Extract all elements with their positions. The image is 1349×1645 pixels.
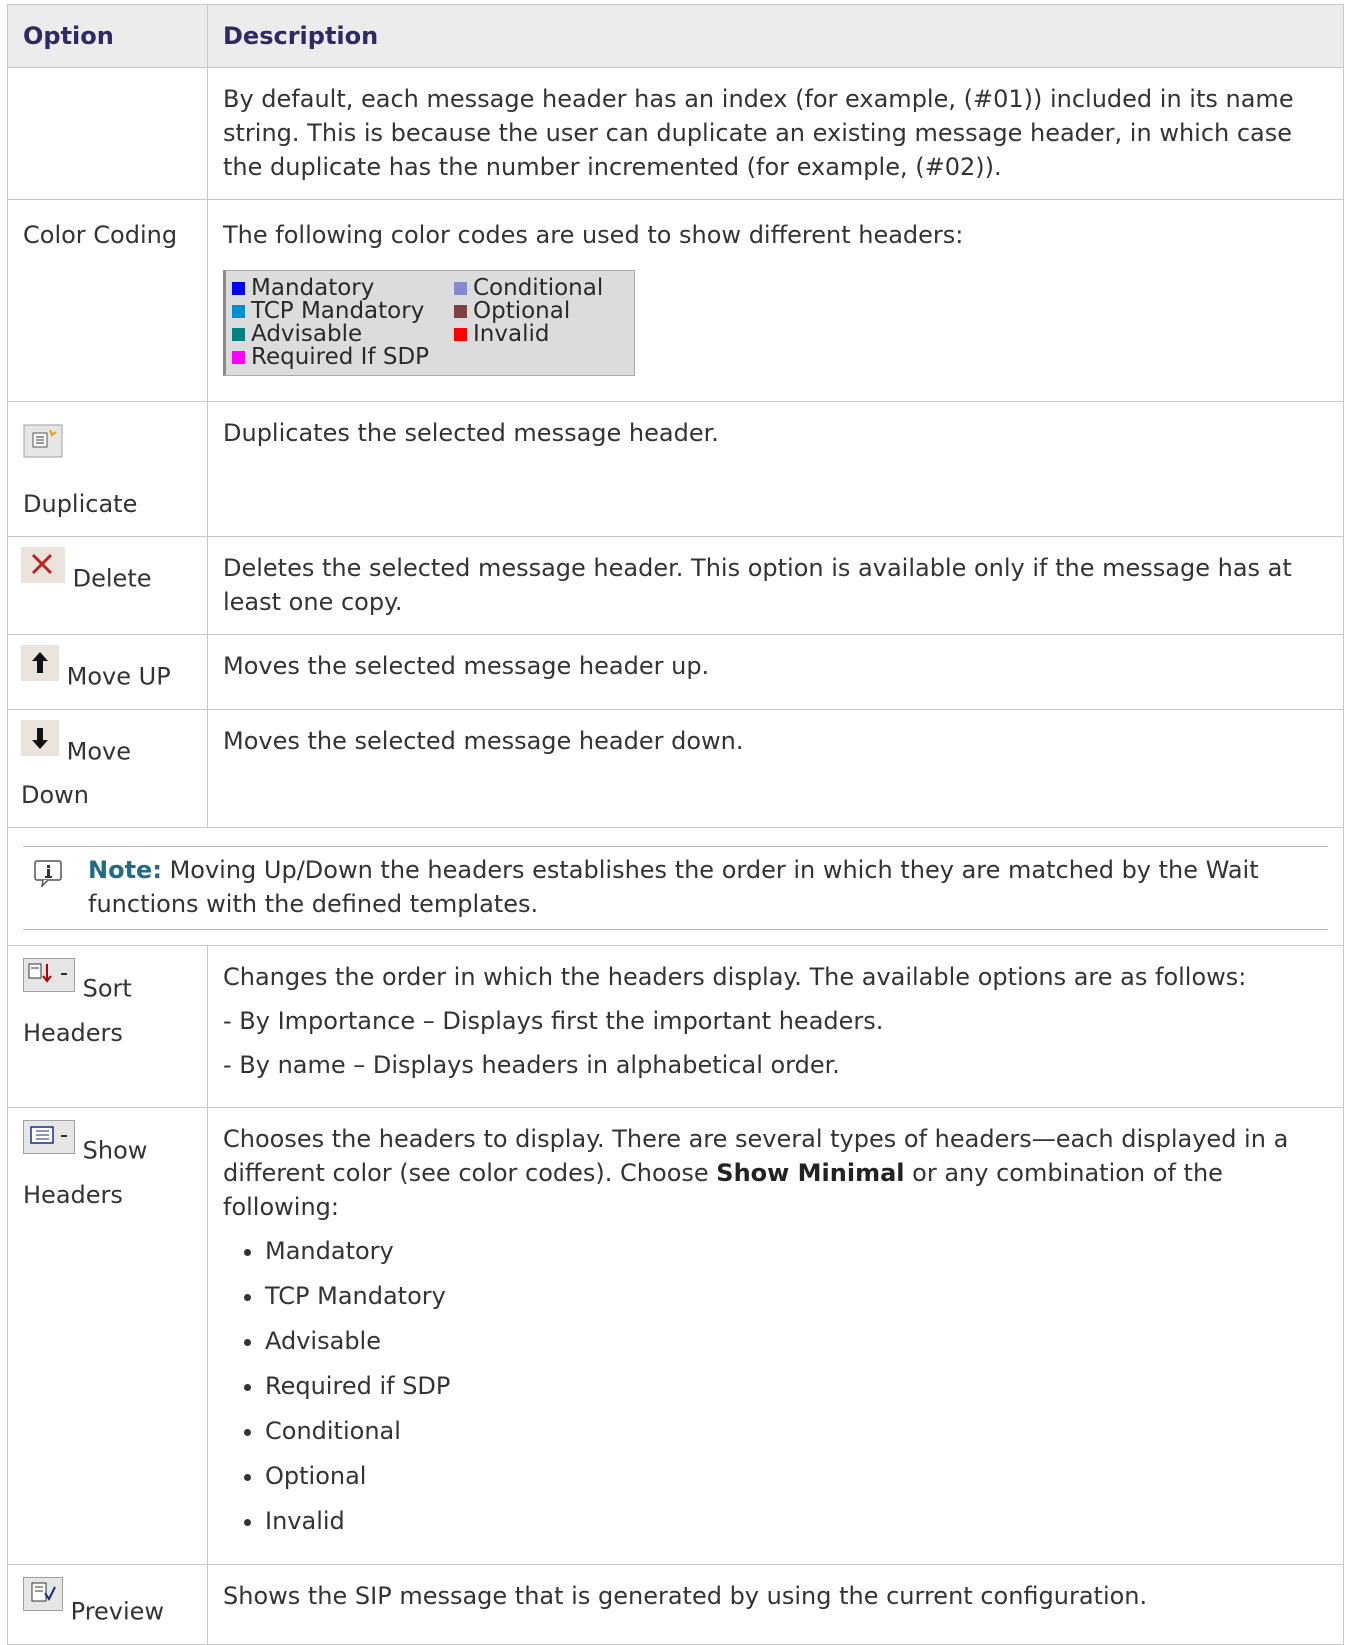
duplicate-icon[interactable]	[23, 424, 65, 469]
table-row-show-headers: Show Headers Chooses the headers to disp…	[7, 1107, 1344, 1565]
description-column-header: Description	[207, 4, 1344, 68]
color-legend: Mandatory TCP Mandatory Advisable Requir…	[223, 270, 635, 376]
list-item: Required if SDP	[265, 1369, 1328, 1403]
move-up-label: Move UP	[66, 662, 171, 691]
info-icon	[33, 859, 65, 896]
duplicate-description: Duplicates the selected message header.	[207, 401, 1344, 537]
legend-swatch	[454, 282, 467, 295]
note-text: Moving Up/Down the headers establishes t…	[88, 856, 1259, 918]
show-headers-icon[interactable]	[23, 1120, 75, 1163]
table-row-move-up: Move UP Moves the selected message heade…	[7, 634, 1344, 710]
list-item: TCP Mandatory	[265, 1279, 1328, 1313]
list-item: Optional	[265, 1459, 1328, 1493]
sort-headers-option-cell: Sort Headers	[7, 945, 208, 1108]
show-headers-description: Chooses the headers to display. There ar…	[223, 1122, 1328, 1224]
move-down-description: Moves the selected message header down.	[207, 708, 1344, 828]
table-row-move-down: Move Down Moves the selected message hea…	[7, 708, 1344, 828]
table-row-duplicate: Duplicate Duplicates the selected messag…	[7, 401, 1344, 537]
list-item: Invalid	[265, 1504, 1328, 1538]
sort-icon[interactable]	[23, 958, 75, 1001]
move-down-option-cell: Move Down	[7, 708, 208, 828]
option-column-header: Option	[7, 4, 208, 68]
legend-label: Advisable	[251, 321, 363, 347]
sort-headers-cell: Changes the order in which the headers d…	[207, 945, 1344, 1108]
legend-label: Required If SDP	[251, 344, 430, 370]
sort-headers-description: Changes the order in which the headers d…	[223, 963, 1247, 991]
preview-label: Preview	[70, 1597, 165, 1626]
table-header-row: Option Description	[7, 4, 1344, 68]
preview-description: Shows the SIP message that is generated …	[207, 1564, 1344, 1645]
duplicate-label: Duplicate	[23, 490, 138, 518]
list-item: Conditional	[265, 1414, 1328, 1448]
move-up-description: Moves the selected message header up.	[207, 634, 1344, 710]
preview-option-cell: Preview	[7, 1564, 208, 1645]
header-type-list: Mandatory TCP Mandatory Advisable Requir…	[223, 1234, 1328, 1538]
show-headers-option-cell: Show Headers	[7, 1107, 208, 1565]
legend-swatch	[232, 351, 245, 364]
intro-description: By default, each message header has an i…	[207, 67, 1344, 200]
note-label: Note:	[88, 856, 162, 884]
legend-label: TCP Mandatory	[251, 298, 425, 324]
arrow-up-icon[interactable]	[21, 645, 59, 690]
delete-description: Deletes the selected message header. Thi…	[207, 536, 1344, 635]
legend-swatch	[232, 305, 245, 318]
move-up-option-cell: Move UP	[7, 634, 208, 710]
legend-label: Mandatory	[251, 275, 375, 301]
table-row-sort-headers: Sort Headers Changes the order in which …	[7, 945, 1344, 1108]
legend-item: Invalid	[454, 323, 549, 346]
delete-x-icon[interactable]	[21, 547, 65, 592]
legend-item: Required If SDP	[232, 346, 429, 369]
delete-label: Delete	[72, 564, 152, 593]
color-coding-option: Color Coding	[7, 199, 208, 402]
legend-item: Mandatory	[232, 277, 374, 300]
legend-swatch	[232, 282, 245, 295]
list-item: Mandatory	[265, 1234, 1328, 1268]
arrow-down-icon[interactable]	[21, 719, 59, 765]
show-minimal-label: Show Minimal	[716, 1159, 905, 1187]
table-row-intro: By default, each message header has an i…	[7, 67, 1344, 200]
preview-icon[interactable]	[23, 1577, 63, 1620]
legend-item: Conditional	[454, 277, 603, 300]
note-cell: Note: Moving Up/Down the headers establi…	[7, 827, 1344, 946]
legend-label: Optional	[473, 298, 571, 324]
table-row-preview: Preview Shows the SIP message that is ge…	[7, 1564, 1344, 1645]
note-box: Note: Moving Up/Down the headers establi…	[23, 846, 1328, 930]
legend-item: TCP Mandatory	[232, 300, 424, 323]
legend-item: Advisable	[232, 323, 362, 346]
duplicate-option-cell: Duplicate	[7, 401, 208, 537]
sort-option-name: - By name – Displays headers in alphabet…	[223, 1051, 840, 1079]
sort-option-importance: - By Importance – Displays first the imp…	[223, 1007, 884, 1035]
table-row-delete: Delete Deletes the selected message head…	[7, 536, 1344, 635]
color-coding-description: The following color codes are used to sh…	[223, 221, 964, 249]
list-item: Advisable	[265, 1324, 1328, 1358]
delete-option-cell: Delete	[7, 536, 208, 635]
table-row-color-coding: Color Coding The following color codes a…	[7, 199, 1344, 402]
option-cell-empty	[7, 67, 208, 200]
color-coding-cell: The following color codes are used to sh…	[207, 199, 1344, 402]
legend-label: Invalid	[473, 321, 550, 347]
table-row-note: Note: Moving Up/Down the headers establi…	[7, 827, 1344, 946]
legend-item: Optional	[454, 300, 570, 323]
legend-swatch	[454, 328, 467, 341]
legend-swatch	[232, 328, 245, 341]
options-table: Option Description By default, each mess…	[7, 4, 1344, 1645]
legend-swatch	[454, 305, 467, 318]
show-headers-cell: Chooses the headers to display. There ar…	[207, 1107, 1344, 1565]
legend-label: Conditional	[473, 275, 604, 301]
